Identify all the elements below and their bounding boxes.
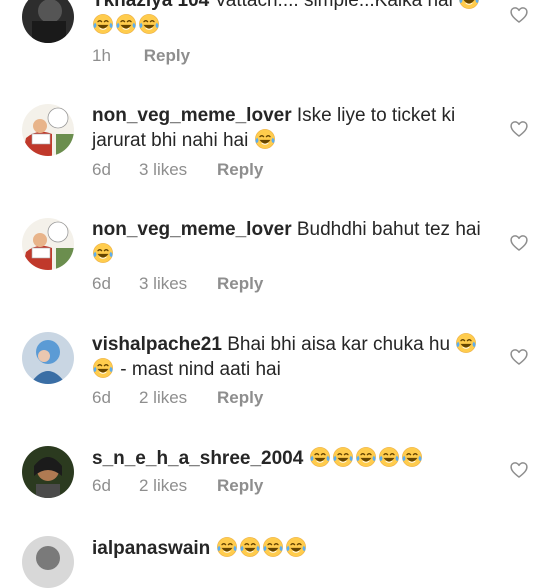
comment-time: 1h: [92, 46, 111, 65]
face-with-tears-of-joy-icon: [115, 13, 137, 35]
comment-text: vishalpache21 Bhai bhi aisa kar chuka hu…: [92, 332, 492, 382]
heart-outline-icon[interactable]: [509, 5, 529, 25]
like-count[interactable]: 2 likes: [139, 388, 217, 408]
avatar[interactable]: [22, 536, 74, 588]
face-with-tears-of-joy-icon: [378, 446, 400, 468]
heart-outline-icon[interactable]: [509, 347, 529, 367]
like-count[interactable]: 2 likes: [139, 476, 217, 496]
face-with-tears-of-joy-icon: [458, 0, 480, 10]
comment-username[interactable]: vishalpache21: [92, 334, 222, 355]
reply-button[interactable]: Reply: [217, 160, 263, 180]
comment-text: non_veg_meme_lover Iske liye to ticket k…: [92, 104, 492, 153]
face-with-tears-of-joy-icon: [355, 446, 377, 468]
face-with-tears-of-joy-icon: [401, 446, 423, 468]
face-with-tears-of-joy-icon: [216, 536, 238, 558]
avatar[interactable]: [22, 332, 74, 384]
comment-meta: 6d 3 likes Reply: [92, 274, 263, 294]
comment-username[interactable]: non_veg_meme_lover: [92, 219, 292, 240]
heart-outline-icon[interactable]: [509, 233, 529, 253]
comment-username[interactable]: non_veg_meme_lover: [92, 105, 292, 126]
face-with-tears-of-joy-icon: [92, 357, 114, 379]
comment-meta: 6d 2 likes Reply: [92, 476, 263, 496]
comment-time: 6d: [92, 160, 111, 179]
avatar[interactable]: [22, 104, 74, 156]
comment-username[interactable]: ialpanaswain: [92, 538, 210, 559]
comment-text: s_n_e_h_a_shree_2004: [92, 446, 492, 471]
comment-time: 6d: [92, 274, 111, 293]
reply-button[interactable]: Reply: [217, 274, 263, 294]
comment-message: Vattach.... simple...Kaika hai: [214, 0, 453, 11]
heart-outline-icon[interactable]: [509, 460, 529, 480]
avatar[interactable]: [22, 218, 74, 270]
heart-outline-icon[interactable]: [509, 119, 529, 139]
face-with-tears-of-joy-icon: [309, 446, 331, 468]
comment-meta: 6d 2 likes Reply: [92, 388, 263, 408]
like-count[interactable]: 3 likes: [139, 160, 217, 180]
comment-message: Bhai bhi aisa kar chuka hu: [227, 334, 451, 355]
comment-time: 6d: [92, 476, 111, 495]
comment-username[interactable]: s_n_e_h_a_shree_2004: [92, 448, 303, 469]
face-with-tears-of-joy-icon: [239, 536, 261, 558]
comment-text: Tkhaziya 104 Vattach.... simple...Kaika …: [92, 0, 502, 38]
reply-button[interactable]: Reply: [217, 476, 263, 496]
face-with-tears-of-joy-icon: [285, 536, 307, 558]
comment-username[interactable]: Tkhaziya 104: [92, 0, 209, 11]
avatar[interactable]: [22, 0, 74, 43]
face-with-tears-of-joy-icon: [92, 13, 114, 35]
comment-time: 6d: [92, 388, 111, 407]
like-count[interactable]: 3 likes: [139, 274, 217, 294]
comment-text: ialpanaswain: [92, 536, 492, 561]
face-with-tears-of-joy-icon: [92, 242, 114, 264]
face-with-tears-of-joy-icon: [254, 128, 276, 150]
comment-text: non_veg_meme_lover Budhdhi bahut tez hai: [92, 218, 492, 267]
comment-meta: 6d 3 likes Reply: [92, 160, 263, 180]
comment-meta: 1h Reply: [92, 46, 190, 66]
face-with-tears-of-joy-icon: [332, 446, 354, 468]
face-with-tears-of-joy-icon: [455, 332, 477, 354]
face-with-tears-of-joy-icon: [262, 536, 284, 558]
comment-message: Budhdhi bahut tez hai: [296, 219, 481, 240]
comment-message-continued: - mast nind aati hai: [120, 359, 281, 380]
reply-button[interactable]: Reply: [144, 46, 190, 66]
reply-button[interactable]: Reply: [217, 388, 263, 408]
avatar[interactable]: [22, 446, 74, 498]
face-with-tears-of-joy-icon: [138, 13, 160, 35]
